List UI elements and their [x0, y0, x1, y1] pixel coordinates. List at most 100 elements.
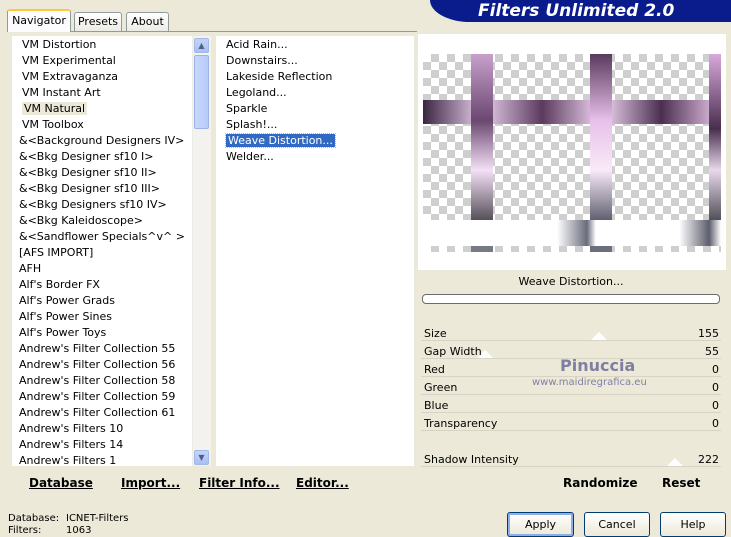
category-item-label: Alf's Power Sines	[19, 310, 112, 323]
filter-item[interactable]: Downstairs...	[226, 53, 298, 69]
category-item-label: VM Natural	[22, 102, 88, 115]
apply-button[interactable]: Apply	[507, 512, 574, 537]
preview-image[interactable]	[423, 54, 721, 252]
cancel-button[interactable]: Cancel	[584, 512, 650, 537]
scroll-down-icon[interactable]: ▼	[194, 450, 209, 465]
randomize-button[interactable]: Randomize	[563, 474, 637, 492]
slider-thumb[interactable]	[591, 332, 608, 340]
parameter-value: 55	[705, 345, 719, 358]
parameter-label: Green	[424, 381, 458, 394]
weave-bottom-band	[423, 220, 721, 246]
category-item-label: Andrew's Filter Collection 58	[19, 374, 176, 387]
tab-about[interactable]: About	[126, 12, 169, 31]
scroll-thumb[interactable]	[194, 55, 209, 129]
tab-navigator[interactable]: Navigator	[7, 9, 71, 32]
filter-list[interactable]: Acid Rain... Downstairs... Lakeside Reflec…	[216, 36, 414, 466]
category-item[interactable]: Andrew's Filter Collection 58	[19, 373, 175, 389]
database-label: Database:	[8, 513, 60, 524]
category-item[interactable]: VM Instant Art	[22, 85, 101, 101]
category-item-label: VM Extravaganza	[22, 70, 119, 83]
category-item-label: &<Bkg Kaleidoscope>	[19, 214, 144, 227]
category-item-label: Alf's Border FX	[19, 278, 100, 291]
category-item[interactable]: VM Extravaganza	[22, 69, 118, 85]
category-item[interactable]: Andrew's Filters 1	[19, 453, 116, 466]
editor-button[interactable]: Editor...	[296, 474, 349, 492]
filter-info-button[interactable]: Filter Info...	[199, 474, 280, 492]
filter-item-label: Sparkle	[226, 102, 268, 115]
filter-item[interactable]: Lakeside Reflection	[226, 69, 332, 85]
category-item[interactable]: Alf's Power Grads	[19, 293, 115, 309]
database-button[interactable]: Database	[29, 474, 93, 492]
category-item-label: Andrew's Filter Collection 55	[19, 342, 176, 355]
category-item[interactable]: [AFS IMPORT]	[19, 245, 93, 261]
category-scrollbar[interactable]: ▲ ▼	[192, 36, 211, 466]
category-item[interactable]: Alf's Border FX	[19, 277, 100, 293]
reset-button[interactable]: Reset	[662, 474, 700, 492]
help-button[interactable]: Help	[660, 512, 726, 537]
category-item[interactable]: Andrew's Filter Collection 56	[19, 357, 175, 373]
parameter-value: 0	[712, 381, 719, 394]
progress-bar	[422, 294, 720, 304]
category-item[interactable]: VM Experimental	[22, 53, 116, 69]
filter-item[interactable]: Legoland...	[226, 85, 287, 101]
category-item-label: Andrew's Filters 1	[19, 454, 117, 466]
slider-thumb[interactable]	[667, 458, 684, 466]
parameter-value: 0	[712, 399, 719, 412]
category-item-label: Andrew's Filters 14	[19, 438, 124, 451]
category-item[interactable]: &<Bkg Designer sf10 III>	[19, 181, 160, 197]
category-item[interactable]: &<Sandflower Specials^v^ >	[19, 229, 185, 245]
category-item[interactable]: &<Bkg Designer sf10 I>	[19, 149, 154, 165]
category-item[interactable]: &<Bkg Designer sf10 II>	[19, 165, 157, 181]
import-button[interactable]: Import...	[121, 474, 180, 492]
filter-name-label: Weave Distortion...	[518, 275, 624, 288]
category-list[interactable]: VM Distortion VM Experimental VM Extravaga…	[12, 36, 211, 466]
parameter-label: Red	[424, 363, 445, 376]
filter-item[interactable]: Acid Rain...	[226, 37, 288, 53]
weave-horizontal-band	[423, 100, 721, 124]
category-item[interactable]: VM Natural	[22, 101, 88, 117]
category-item-label: &<Sandflower Specials^v^ >	[19, 230, 185, 243]
category-item[interactable]: Andrew's Filters 10	[19, 421, 123, 437]
category-item[interactable]: &<Bkg Designers sf10 IV>	[19, 197, 167, 213]
category-item[interactable]: Alf's Power Sines	[19, 309, 112, 325]
slider-track[interactable]	[421, 412, 721, 413]
banner-title: Filters Unlimited 2.0	[478, 1, 675, 21]
parameter-value: 222	[698, 453, 719, 466]
parameter-value: 155	[698, 327, 719, 340]
category-item[interactable]: Andrew's Filter Collection 55	[19, 341, 175, 357]
app-banner: Filters Unlimited 2.0	[430, 0, 731, 22]
category-item[interactable]: Andrew's Filter Collection 59	[19, 389, 175, 405]
category-item[interactable]: &<Background Designers IV>	[19, 133, 184, 149]
filters-count: 1063	[66, 525, 92, 536]
category-item-label: Andrew's Filters 10	[19, 422, 124, 435]
weave-shadow-2	[590, 246, 612, 252]
parameter-label: Blue	[424, 399, 449, 412]
weave-vertical-band-3	[709, 54, 721, 220]
filter-item[interactable]: Splash!...	[226, 117, 277, 133]
category-item[interactable]: Andrew's Filters 14	[19, 437, 123, 453]
tab-presets[interactable]: Presets	[74, 12, 122, 31]
slider-track[interactable]	[421, 340, 721, 341]
parameter-label: Size	[424, 327, 447, 340]
filter-item[interactable]: Sparkle	[226, 101, 267, 117]
category-item[interactable]: VM Toolbox	[22, 117, 84, 133]
category-item-label: Andrew's Filter Collection 56	[19, 358, 176, 371]
category-item-label: Alf's Power Grads	[19, 294, 115, 307]
filter-item-label: Legoland...	[226, 86, 287, 99]
filters-label: Filters:	[8, 525, 42, 536]
category-item[interactable]: AFH	[19, 261, 41, 277]
weave-vertical-band-2	[590, 54, 612, 220]
category-item[interactable]: Andrew's Filter Collection 61	[19, 405, 175, 421]
slider-track[interactable]	[421, 394, 721, 395]
category-item-label: &<Bkg Designer sf10 I>	[19, 150, 154, 163]
slider-track[interactable]	[421, 430, 721, 431]
category-item[interactable]: Alf's Power Toys	[19, 325, 106, 341]
category-item-label: VM Toolbox	[22, 118, 84, 131]
slider-track[interactable]	[421, 466, 721, 467]
filter-item[interactable]: Weave Distortion...	[225, 133, 336, 149]
category-item[interactable]: VM Distortion	[22, 37, 96, 53]
scroll-up-icon[interactable]: ▲	[194, 38, 209, 53]
filter-item-label: Acid Rain...	[226, 38, 288, 51]
filter-item[interactable]: Welder...	[226, 149, 274, 165]
category-item[interactable]: &<Bkg Kaleidoscope>	[19, 213, 143, 229]
